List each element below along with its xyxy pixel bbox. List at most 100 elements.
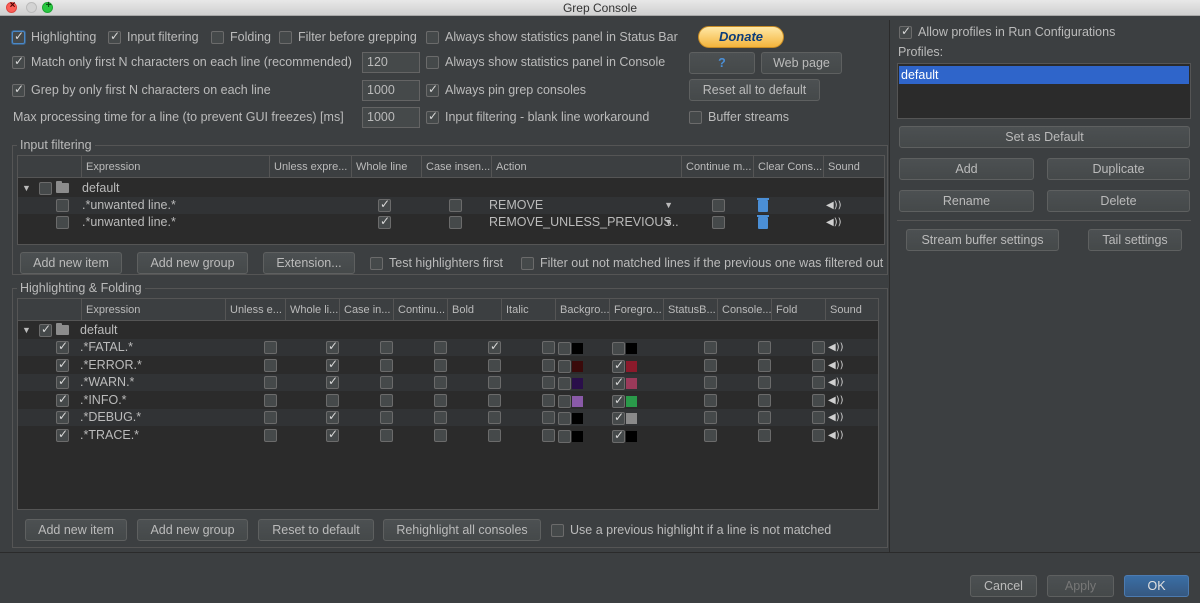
whole-line-checkbox[interactable] [378, 197, 391, 212]
bold-checkbox[interactable] [488, 393, 501, 407]
background-color-picker[interactable] [558, 429, 583, 443]
checkbox-icon[interactable] [521, 256, 534, 270]
header-whole-line[interactable]: Whole line [352, 156, 422, 178]
background-color-picker[interactable] [558, 342, 583, 355]
sound-icon[interactable]: ◀)) [826, 214, 842, 231]
row-enabled-checkbox[interactable] [56, 216, 69, 229]
background-color-picker[interactable] [558, 359, 583, 373]
sound-icon[interactable]: ◀)) [828, 357, 844, 374]
foreground-checkbox[interactable] [612, 375, 625, 390]
checkbox-icon[interactable] [279, 30, 292, 44]
test-highlighters-first-checkbox[interactable]: Test highlighters first [370, 256, 503, 270]
highlighting-checkbox[interactable]: Highlighting [12, 29, 96, 44]
profile-item[interactable]: default [899, 66, 1189, 84]
buffer-streams-checkbox[interactable]: Buffer streams [689, 110, 789, 124]
row-expression[interactable]: .*FATAL.* [80, 339, 133, 356]
checkbox-icon[interactable] [899, 24, 912, 39]
tail-settings-button[interactable]: Tail settings [1088, 229, 1182, 251]
background-color-picker[interactable] [558, 412, 583, 425]
continue-matching-checkbox[interactable] [712, 199, 725, 212]
filter-before-grepping-checkbox[interactable]: Filter before grepping [279, 30, 417, 44]
checkbox-icon[interactable] [551, 523, 564, 537]
ok-button[interactable]: OK [1124, 575, 1189, 597]
cont-checkbox[interactable] [434, 341, 447, 354]
row-expression[interactable]: .*DEBUG.* [80, 409, 141, 426]
checkbox-icon[interactable] [12, 29, 25, 44]
help-button[interactable]: ? [689, 52, 755, 74]
filter-add-group-button[interactable]: Add new group [137, 252, 248, 274]
checkbox-icon[interactable] [689, 110, 702, 124]
foreground-swatch[interactable] [626, 378, 637, 389]
blank-line-workaround-checkbox[interactable]: Input filtering - blank line workaround [426, 109, 649, 124]
header-clear-console[interactable]: Clear Cons... [754, 156, 824, 178]
max-processing-input[interactable]: 1000 [362, 107, 420, 128]
row-enabled-checkbox[interactable] [56, 427, 69, 442]
checkbox-icon[interactable] [370, 256, 383, 270]
checkbox-icon[interactable] [426, 82, 439, 97]
checkbox-icon[interactable] [12, 54, 25, 69]
checkbox-icon[interactable] [426, 30, 439, 44]
console-checkbox[interactable] [758, 376, 771, 389]
foreground-checkbox[interactable] [612, 358, 625, 373]
sound-icon[interactable]: ◀)) [826, 197, 842, 214]
italic-checkbox[interactable] [542, 428, 555, 442]
unless-checkbox[interactable] [264, 358, 277, 372]
unless-checkbox[interactable] [264, 428, 277, 442]
checkbox-icon[interactable] [426, 55, 439, 69]
case-checkbox[interactable] [380, 358, 393, 372]
filter-group-row[interactable]: ▼ default [18, 180, 884, 197]
cont-checkbox[interactable] [434, 428, 447, 442]
foreground-color-picker[interactable] [612, 342, 637, 355]
checkbox-icon[interactable] [211, 30, 224, 44]
header-unless-expression[interactable]: Unless e... [226, 299, 286, 321]
table-row[interactable]: .*WARN.* ◀)) [18, 374, 878, 391]
header-action[interactable]: Action [492, 156, 682, 178]
foreground-swatch[interactable] [626, 360, 637, 372]
fold-checkbox[interactable] [812, 376, 825, 389]
foreground-color-picker[interactable] [612, 375, 637, 390]
bold-checkbox[interactable] [488, 411, 501, 424]
reset-all-button[interactable]: Reset all to default [689, 79, 820, 101]
foreground-swatch[interactable] [626, 343, 637, 354]
row-expression[interactable]: .*INFO.* [80, 392, 127, 409]
sound-icon[interactable]: ◀)) [828, 409, 844, 426]
filter-add-item-button[interactable]: Add new item [20, 252, 122, 274]
header-sound[interactable]: Sound [824, 156, 884, 178]
stream-buffer-settings-button[interactable]: Stream buffer settings [906, 229, 1059, 251]
checkbox-icon[interactable] [108, 29, 121, 44]
header-continue-matching[interactable]: Continue m... [682, 156, 754, 178]
filter-out-checkbox[interactable]: Filter out not matched lines if the prev… [521, 256, 885, 270]
foreground-color-picker[interactable] [612, 393, 637, 408]
header-bold[interactable]: Bold [448, 299, 502, 321]
fold-checkbox[interactable] [812, 428, 825, 442]
row-expression[interactable]: .*TRACE.* [80, 427, 139, 444]
row-enabled-checkbox[interactable] [56, 357, 69, 372]
allow-profiles-checkbox[interactable]: Allow profiles in Run Configurations [899, 24, 1115, 39]
row-expression[interactable]: .*unwanted line.* [82, 197, 176, 214]
reset-to-default-button[interactable]: Reset to default [258, 519, 374, 541]
row-expression[interactable]: .*ERROR.* [80, 357, 142, 374]
row-enabled-checkbox[interactable] [56, 339, 69, 354]
status-checkbox[interactable] [704, 411, 717, 424]
add-profile-button[interactable]: Add [899, 158, 1034, 180]
group-checkbox[interactable] [39, 322, 52, 337]
foreground-checkbox[interactable] [612, 428, 625, 443]
checkbox-icon[interactable] [12, 82, 25, 97]
header-continue[interactable]: Continu... [394, 299, 448, 321]
case-checkbox[interactable] [380, 393, 393, 407]
trash-icon[interactable] [757, 198, 769, 212]
whole-checkbox[interactable] [326, 374, 339, 389]
bold-checkbox[interactable] [488, 428, 501, 442]
action-select[interactable]: REMOVE ▼ [489, 197, 679, 214]
background-checkbox[interactable] [558, 377, 571, 390]
sound-icon[interactable]: ◀)) [828, 392, 844, 409]
fold-checkbox[interactable] [812, 411, 825, 424]
bold-checkbox[interactable] [488, 358, 501, 372]
whole-line-checkbox[interactable] [378, 214, 391, 229]
donate-button[interactable]: Donate [698, 26, 784, 48]
cont-checkbox[interactable] [434, 411, 447, 424]
background-swatch[interactable] [572, 395, 583, 407]
row-enabled-checkbox[interactable] [56, 409, 69, 424]
header-status-bar[interactable]: StatusB... [664, 299, 718, 321]
checkbox-icon[interactable] [426, 109, 439, 124]
